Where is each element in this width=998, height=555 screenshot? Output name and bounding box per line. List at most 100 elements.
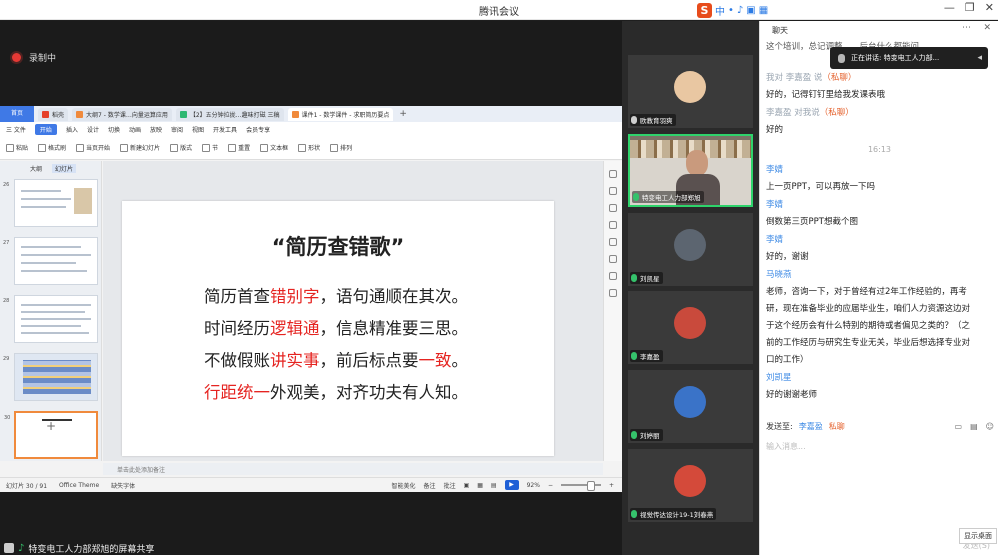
toolbar-button[interactable]: 粘贴 [6,143,28,152]
slide-thumbnail[interactable]: 27 [3,237,98,285]
add-slide-icon[interactable]: + [46,419,56,433]
tool-icon[interactable] [609,255,617,263]
menu-item[interactable]: 开始 [34,123,57,135]
doc-tab-label: 课件1 - 数学课件 - 求职简历要点 [301,111,390,119]
participant-label: 刘凯星 [630,272,663,284]
file-icon[interactable]: ▤ [970,422,978,431]
participant-tile[interactable]: 刘婷丽 [628,370,753,443]
menu-item[interactable]: 审阅 [171,125,183,134]
wps-doc-tab[interactable]: 大纲7 - 数学课…向量运算应用 [72,107,172,121]
play-slideshow-icon[interactable]: ▶ [504,480,519,490]
sender-name: 刘凯星 [766,373,792,383]
missing-font[interactable]: 缺失字体 [111,481,135,490]
new-tab-icon[interactable]: + [399,109,407,119]
doc-icon [42,110,49,118]
participant-tile[interactable]: 视觉传达设计19-1刘春燕 [628,449,753,522]
toolbar-button[interactable]: 新建幻灯片 [120,143,160,152]
toolbar-button[interactable]: 文本框 [260,143,288,152]
ime-punct-icon[interactable]: • [728,5,734,16]
toolbar-button[interactable]: 当页开始 [76,143,110,152]
more-icon[interactable]: ⋯ [962,23,971,33]
menu-item[interactable]: 动画 [129,125,141,134]
slide-thumbnail[interactable]: 26 [3,179,98,227]
menu-item[interactable]: 插入 [66,125,78,134]
participant-tile[interactable]: 特变电工人力部郑旭 [628,134,753,207]
tool-icon[interactable] [609,204,617,212]
wps-doc-tab[interactable]: 【2】五分钟拉拢…趣味打磁 三稿 [175,107,284,121]
pin-icon[interactable]: ◂ [977,53,982,63]
tool-icon[interactable] [609,170,617,178]
zoom-slider[interactable] [560,481,601,491]
comment-button[interactable]: 批注 [444,481,456,490]
close-chat-icon[interactable]: ✕ [983,23,991,33]
sogou-logo-icon: S [697,2,712,18]
tool-icon[interactable] [609,272,617,280]
menu-item[interactable]: 开发工具 [213,125,237,134]
menu-item[interactable]: 切换 [108,125,120,134]
chat-title: 聊天 [772,26,788,35]
recording-indicator[interactable]: 录制中 [12,51,56,64]
zoom-out-icon[interactable]: − [548,482,553,489]
tab-slides[interactable]: 幻灯片 [52,164,77,173]
slide-number: 29 [3,356,10,362]
sender-name: 李嘉盈 对我说 [766,108,820,118]
toolbar-button[interactable]: 节 [202,143,218,152]
slide-line: 简历首查错别字，语句通顺在其次。 [204,281,468,313]
notes-placeholder[interactable]: 单击此处添加备注 [103,463,603,475]
ime-keyboard-icon[interactable]: ▣ [746,5,755,16]
message-text: 倒数第三页PPT想截个图 [766,214,992,231]
menu-item[interactable]: 放映 [150,125,162,134]
message-sender: 李婧 [766,233,783,245]
wps-doc-tab[interactable]: 课件1 - 数学课件 - 求职简历要点 [287,107,394,121]
slide-thumbnail[interactable]: 28 [3,295,98,343]
zoom-in-icon[interactable]: + [609,482,614,489]
ime-skin-icon[interactable]: ▦ [759,5,768,16]
participant-label: 特变电工人力部郑旭 [632,191,704,203]
close-icon[interactable]: ✕ [985,1,994,14]
folder-icon[interactable]: ▭ [955,422,963,431]
toolbar-label: 当页开始 [86,145,111,152]
wps-home-tab[interactable]: 首页 [0,106,34,122]
send-target[interactable]: 李嘉盈 [799,421,823,432]
view-sorter-icon[interactable]: ▦ [477,482,483,489]
tab-outline[interactable]: 大纲 [30,164,42,173]
slide-text: ，语句通顺在其次。 [319,287,469,306]
participant-tile[interactable]: 欧教育羽爽 [628,55,753,128]
zoom-level[interactable]: 92% [527,482,540,489]
minimize-icon[interactable]: — [944,1,955,14]
wps-doc-tab[interactable]: 稻壳 [38,107,69,121]
ime-lang[interactable]: 中 [715,3,725,18]
ime-mic-icon[interactable]: ♪ [737,5,743,16]
message-input[interactable]: 输入消息... [766,441,806,452]
tool-icon[interactable] [609,289,617,297]
toolbar-button[interactable]: 排列 [330,143,352,152]
tool-icon[interactable] [609,187,617,195]
menu-item[interactable]: 会员专享 [246,125,270,134]
message-text: 好的谢谢老师 [766,387,992,404]
toolbar-button[interactable]: 格式刷 [38,143,66,152]
tool-icon[interactable] [609,238,617,246]
screen-share-bar[interactable]: ♪ 特变电工人力部郑旭的屏幕共享 [0,541,200,555]
mic-icon [631,352,637,360]
shared-screen: 首页 稻壳 大纲7 - 数学课…向量运算应用 【2】五分钟拉拢…趣味打磁 三稿 课件1… [0,106,622,492]
tool-icon[interactable] [609,221,617,229]
toolbar-button[interactable]: 版式 [170,143,192,152]
restore-icon[interactable]: ❐ [965,1,975,14]
toolbar-button[interactable]: 形状 [298,143,320,152]
tool-icon [330,143,339,152]
menu-item[interactable]: 视图 [192,125,204,134]
participant-tile[interactable]: 刘凯星 [628,213,753,286]
slide-thumbnail[interactable]: 29 [3,353,98,401]
user-icon[interactable]: ☺ [986,422,994,431]
tool-icon [228,143,237,152]
menu-item[interactable]: 三 文件 [6,125,26,134]
mic-icon [631,274,637,282]
smart-beautify-button[interactable]: 智能美化 [392,481,416,490]
view-reading-icon[interactable]: ▤ [491,482,497,489]
view-normal-icon[interactable]: ▣ [464,482,470,489]
participant-tile[interactable]: 李嘉盈 [628,291,753,364]
notes-button[interactable]: 备注 [424,481,436,490]
toolbar-button[interactable]: 重置 [228,143,250,152]
menu-item[interactable]: 设计 [87,125,99,134]
ime-toolbar[interactable]: S 中 • ♪ ▣ ▦ [697,2,768,18]
